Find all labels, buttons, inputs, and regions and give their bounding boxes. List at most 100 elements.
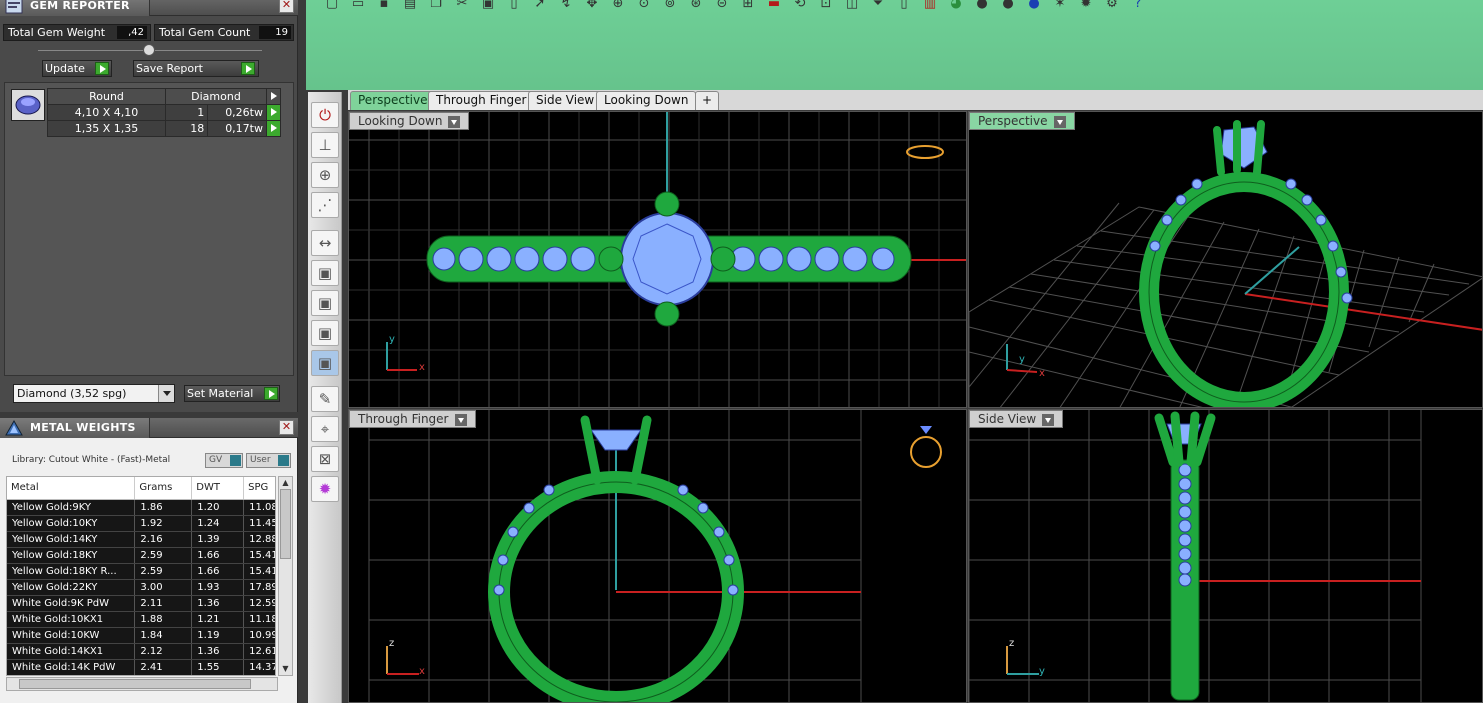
table-row[interactable]: Yellow Gold:10KY 1.92 1.24 11.45 — [7, 515, 275, 532]
cube-iso-icon[interactable]: ▣ — [311, 350, 339, 376]
panel-splitter-handle[interactable] — [143, 44, 155, 56]
side-view-select[interactable]: Side View — [969, 410, 1064, 428]
table-row[interactable]: White Gold:9K PdW 2.11 1.36 12.59 — [7, 595, 275, 612]
tab-looking-down[interactable]: Looking Down — [596, 91, 697, 110]
add-tab-icon[interactable]: + — [695, 91, 719, 110]
transform-icon[interactable]: ↔ — [311, 230, 339, 256]
cube-front-icon[interactable]: ▣ — [311, 260, 339, 286]
chevron-down-icon[interactable] — [1042, 413, 1055, 426]
table-row[interactable]: Yellow Gold:18KY 2.59 1.66 15.41 — [7, 547, 275, 564]
gv-toggle[interactable]: GV — [205, 453, 243, 468]
zoom-window-icon[interactable]: ⊙ — [632, 0, 656, 12]
measure-icon[interactable]: ✎ — [311, 386, 339, 412]
grams-header[interactable]: Grams — [134, 477, 193, 500]
update-button[interactable]: Update — [42, 60, 112, 77]
viewport-through-finger[interactable]: z x Through Finger — [348, 409, 967, 703]
pan-icon[interactable]: ✥ — [580, 0, 604, 12]
inspect-icon[interactable]: ⌖ — [311, 416, 339, 442]
table-row[interactable]: White Gold:14K PdW 2.41 1.55 14.37 — [7, 659, 275, 675]
table-row[interactable]: White Gold:10KX1 1.88 1.21 11.18 — [7, 611, 275, 628]
zoom-extents-icon[interactable]: ⊚ — [658, 0, 682, 12]
gem-row[interactable]: 1,35 X 1,35 18 0,17tw — [47, 120, 281, 137]
gem-reporter-titlebar[interactable]: GEM REPORTER ✕ — [0, 0, 298, 16]
spg-header[interactable]: SPG — [243, 477, 275, 500]
axes-icon[interactable]: ⊥ — [311, 132, 339, 158]
tab-side-view[interactable]: Side View — [528, 91, 603, 110]
copy-icon[interactable]: ❐ — [424, 0, 448, 12]
books-icon[interactable]: ▥ — [918, 0, 942, 12]
chevron-down-icon[interactable] — [1053, 115, 1066, 128]
metal-weights-titlebar[interactable]: METAL WEIGHTS ✕ — [0, 418, 298, 438]
cut-icon[interactable]: ✂ — [450, 0, 474, 12]
scroll-thumb[interactable] — [280, 489, 291, 559]
chevron-down-icon[interactable] — [454, 413, 467, 426]
viewport-perspective[interactable]: y x Perspective — [968, 111, 1483, 408]
metal-header[interactable]: Metal — [7, 477, 136, 500]
gem-gear-icon[interactable]: ✹ — [311, 476, 339, 502]
chevron-down-icon[interactable] — [448, 115, 461, 128]
settings-gear-icon[interactable]: ✹ — [1074, 0, 1098, 12]
gem-reporter-close-icon[interactable]: ✕ — [279, 0, 294, 13]
zoom-in-icon[interactable]: ⊛ — [684, 0, 708, 12]
table-row[interactable]: Yellow Gold:22KY 3.00 1.93 17.89 — [7, 579, 275, 596]
zoom-out-icon[interactable]: ⊝ — [710, 0, 734, 12]
save-icon[interactable]: ▪ — [372, 0, 396, 12]
viewport-side-view[interactable]: z y Side View — [968, 409, 1483, 703]
print-icon[interactable]: ▤ — [398, 0, 422, 12]
table-row[interactable]: White Gold:10KW 1.84 1.19 10.99 — [7, 627, 275, 644]
layer-icon[interactable]: ◫ — [840, 0, 864, 12]
table-row[interactable]: White Gold:14KX1 2.12 1.36 12.61 — [7, 643, 275, 660]
nodes-icon[interactable]: ⋰ — [311, 192, 339, 218]
globe-icon[interactable]: ⊕ — [311, 162, 339, 188]
scroll-up-icon[interactable]: ▲ — [280, 478, 291, 488]
cube-top-icon[interactable]: ▣ — [311, 320, 339, 346]
tab-perspective[interactable]: Perspective — [350, 91, 436, 110]
select-gem-arrow-icon[interactable] — [266, 104, 281, 121]
help-icon[interactable]: ? — [1126, 0, 1150, 12]
four-viewports-icon[interactable]: ⊞ — [736, 0, 760, 12]
power-icon[interactable]: ⏻ — [311, 102, 339, 128]
render-sphere-icon[interactable]: ● — [996, 0, 1020, 12]
gem-row[interactable]: 4,10 X 4,10 1 0,26tw — [47, 104, 281, 121]
table-row[interactable]: Yellow Gold:14KY 2.16 1.39 12.88 — [7, 531, 275, 548]
dwt-header[interactable]: DWT — [191, 477, 245, 500]
new-file-icon[interactable]: ▢ — [320, 0, 344, 12]
blue-sphere-icon[interactable]: ● — [1022, 0, 1046, 12]
chevron-down-icon[interactable] — [158, 385, 174, 402]
document-icon[interactable]: ▯ — [892, 0, 916, 12]
set-material-button[interactable]: Set Material — [184, 385, 280, 402]
select-gem-arrow-icon[interactable] — [266, 120, 281, 137]
shaded-sphere-icon[interactable]: ● — [970, 0, 994, 12]
user-toggle[interactable]: User — [246, 453, 291, 468]
note-icon[interactable]: ▯ — [502, 0, 526, 12]
metal-table-vertical-scrollbar[interactable]: ▲ ▼ — [278, 476, 293, 676]
perspective-view-select[interactable]: Perspective — [969, 112, 1075, 130]
grid-snap-icon[interactable]: ⊡ — [814, 0, 838, 12]
through-finger-view-select[interactable]: Through Finger — [349, 410, 476, 428]
open-folder-icon[interactable]: ▭ — [346, 0, 370, 12]
lasso-icon[interactable]: ↯ — [554, 0, 578, 12]
looking-down-view-select[interactable]: Looking Down — [349, 112, 470, 130]
close-box-icon[interactable]: ⊠ — [311, 446, 339, 472]
table-row[interactable]: Yellow Gold:9KY 1.86 1.20 11.08 — [7, 499, 275, 516]
metal-table-horizontal-scrollbar[interactable] — [6, 677, 278, 691]
plugin-icon[interactable]: ⚙ — [1100, 0, 1124, 12]
material-select[interactable]: Diamond (3,52 spg) — [13, 384, 175, 403]
scroll-down-icon[interactable]: ▼ — [280, 664, 291, 674]
metal-weights-close-icon[interactable]: ✕ — [279, 420, 294, 435]
select-arrow-icon[interactable]: ➚ — [528, 0, 552, 12]
tab-through-finger[interactable]: Through Finger — [428, 91, 535, 110]
viewport-looking-down[interactable]: y x Looking Down — [348, 111, 967, 408]
save-report-button[interactable]: Save Report — [133, 60, 259, 77]
rotate-icon[interactable]: ⟲ — [788, 0, 812, 12]
scroll-thumb[interactable] — [19, 679, 251, 689]
cube-side-icon[interactable]: ▣ — [311, 290, 339, 316]
zoom-icon[interactable]: ⊕ — [606, 0, 630, 12]
color-wheel-icon[interactable]: ◕ — [944, 0, 968, 12]
filter-icon[interactable]: ⏷ — [866, 0, 890, 12]
round-gem-thumbnail[interactable] — [11, 89, 45, 121]
table-row[interactable]: Yellow Gold:18KY R... 2.59 1.66 15.41 — [7, 563, 275, 580]
light-icon[interactable]: ✶ — [1048, 0, 1072, 12]
car-icon[interactable]: ▬ — [762, 0, 786, 12]
paste-icon[interactable]: ▣ — [476, 0, 500, 12]
